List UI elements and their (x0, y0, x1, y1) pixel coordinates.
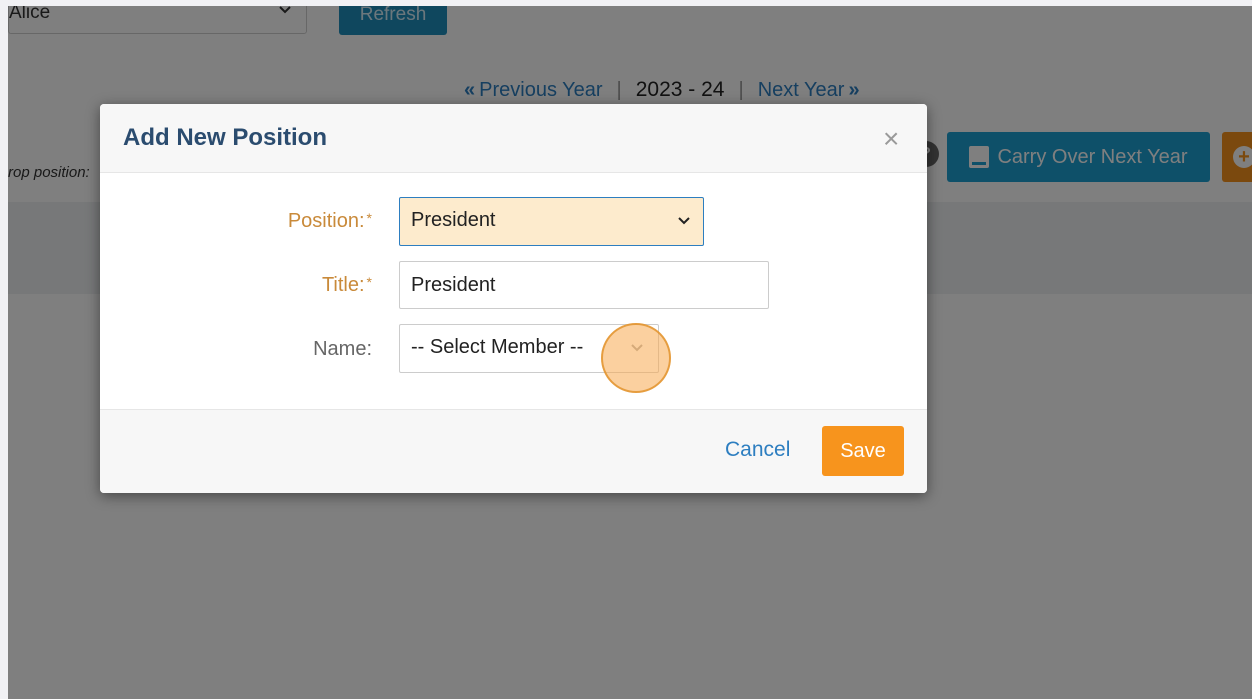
position-label: Position: * (192, 210, 372, 233)
required-mark: * (366, 274, 372, 290)
app-frame: Alice Refresh « Previous Year | 2023 - 2… (8, 6, 1252, 699)
name-label: Name: (192, 338, 372, 361)
member-name-select-value: -- Select Member -- (411, 336, 584, 358)
title-label-text: Title: (321, 274, 365, 296)
add-position-modal: Add New Position × Position: * President … (100, 104, 927, 493)
title-input-value: President (411, 274, 496, 296)
save-button[interactable]: Save (822, 426, 904, 476)
cancel-button[interactable]: Cancel (725, 438, 790, 462)
click-indicator (601, 323, 671, 393)
required-mark: * (366, 210, 372, 226)
chevron-down-icon (678, 217, 690, 225)
title-label: Title: * (192, 274, 372, 297)
modal-header: Add New Position × (100, 104, 927, 173)
name-label-text: Name: (313, 338, 372, 360)
position-select-value: President (411, 209, 496, 231)
close-icon[interactable]: × (883, 125, 899, 153)
modal-title: Add New Position (123, 124, 327, 151)
position-label-text: Position: (287, 210, 365, 232)
modal-footer: Cancel Save (100, 409, 927, 493)
position-select[interactable]: President (399, 197, 704, 246)
title-input[interactable]: President (399, 261, 769, 309)
